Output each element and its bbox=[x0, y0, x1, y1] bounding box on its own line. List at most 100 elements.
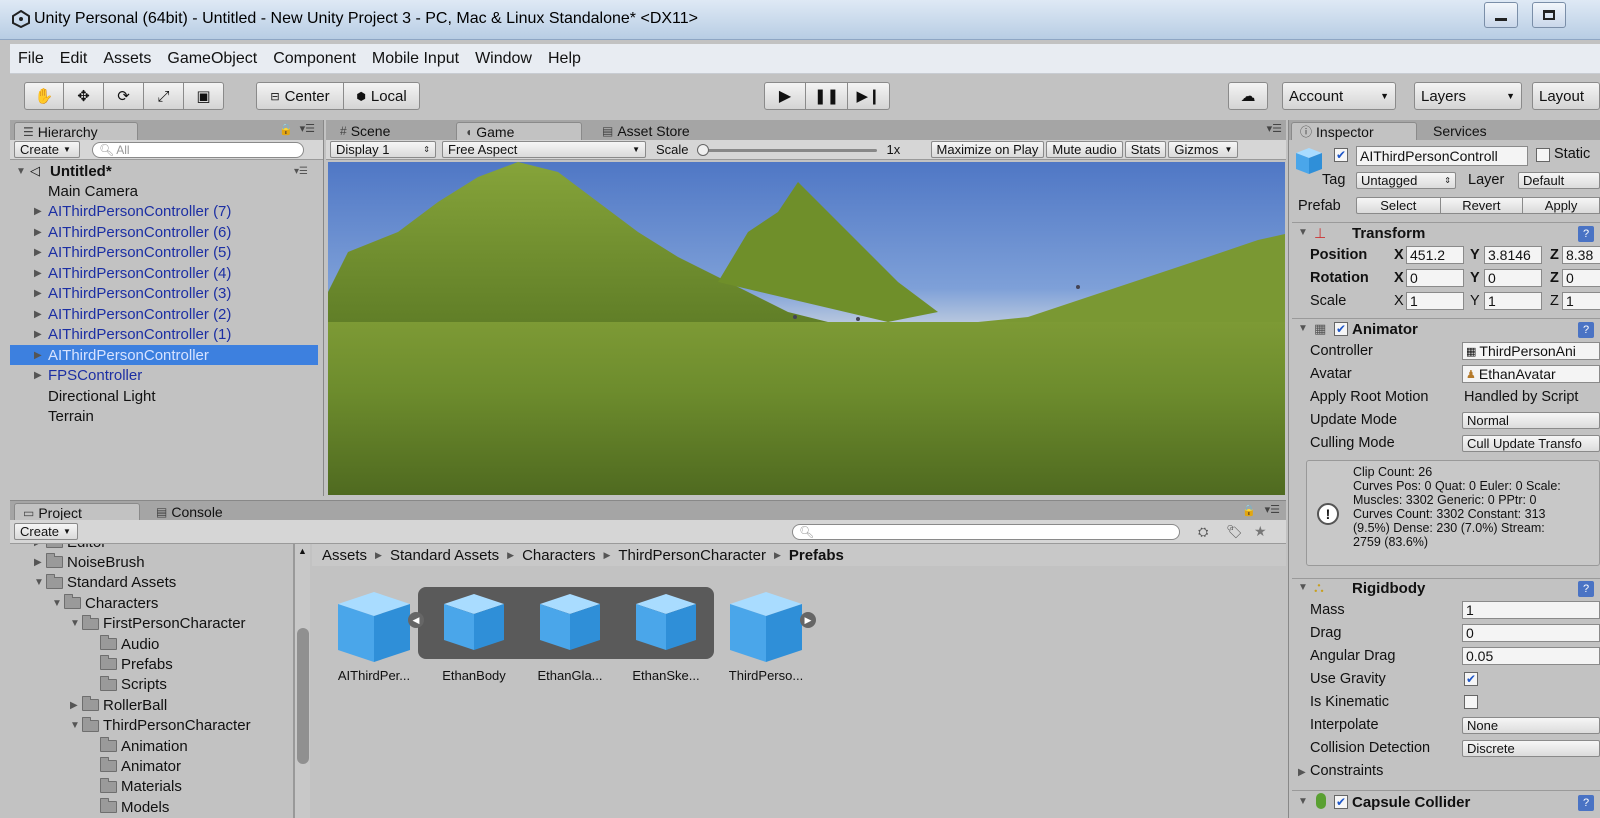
step-button[interactable]: ▶❙ bbox=[848, 82, 890, 110]
scale-slider-thumb[interactable] bbox=[696, 143, 709, 156]
foldout-down-icon[interactable]: ▼ bbox=[1298, 227, 1308, 238]
expand-right-icon[interactable]: ▶ bbox=[34, 227, 42, 238]
project-search-input[interactable]: 🔍︎ bbox=[792, 523, 1180, 540]
pause-button[interactable]: ❚❚ bbox=[806, 82, 848, 110]
scroll-up-icon[interactable]: ▲ bbox=[298, 546, 307, 556]
maximize-button[interactable] bbox=[1532, 2, 1566, 28]
foldout-down-icon[interactable]: ▼ bbox=[1298, 796, 1308, 807]
hierarchy-item[interactable]: ▶ AIThirdPersonController (6) bbox=[10, 222, 318, 242]
hierarchy-item[interactable]: ▶ AIThirdPersonController bbox=[10, 345, 318, 365]
account-dropdown[interactable]: Account ▼ bbox=[1282, 82, 1396, 110]
tree-item[interactable]: Audio bbox=[88, 634, 159, 654]
prefab-revert-button[interactable]: Revert bbox=[1440, 197, 1524, 214]
expand-right-icon[interactable]: ▶ bbox=[34, 544, 46, 548]
tree-item[interactable]: ▼ Characters bbox=[52, 593, 158, 613]
prefab-apply-button[interactable]: Apply bbox=[1523, 197, 1600, 214]
animator-header[interactable]: ▼ ▦ ✔ Animator ? bbox=[1292, 318, 1600, 340]
update-mode-select[interactable]: Normal bbox=[1462, 412, 1600, 429]
stats-toggle[interactable]: Stats bbox=[1124, 141, 1167, 158]
expand-down-icon[interactable]: ▼ bbox=[70, 720, 82, 731]
play-button[interactable]: ▶ bbox=[764, 82, 806, 110]
hand-tool-button[interactable]: ✋ bbox=[24, 82, 64, 110]
tree-item[interactable]: ▼ Standard Assets bbox=[34, 573, 176, 593]
tree-item[interactable]: ▶ RollerBall bbox=[70, 695, 167, 715]
expand-right-icon[interactable]: ▶ bbox=[34, 247, 42, 258]
menu-gameobject[interactable]: GameObject bbox=[159, 50, 265, 68]
tree-item[interactable]: Models bbox=[88, 797, 169, 817]
tab-asset-store[interactable]: ▤ Asset Store bbox=[594, 122, 744, 140]
menu-component[interactable]: Component bbox=[265, 50, 364, 68]
asset-item[interactable]: ThirdPerso... ▶ bbox=[720, 588, 816, 684]
is-kinematic-checkbox[interactable] bbox=[1464, 695, 1478, 709]
use-gravity-checkbox[interactable]: ✔ bbox=[1464, 672, 1478, 686]
foldout-down-icon[interactable]: ▼ bbox=[1298, 323, 1308, 334]
rotate-tool-button[interactable]: ⟳ bbox=[104, 82, 144, 110]
hierarchy-item[interactable]: ▶ AIThirdPersonController (2) bbox=[10, 304, 318, 324]
rotation-x-field[interactable]: 0 bbox=[1406, 269, 1464, 287]
collapse-left-icon[interactable]: ◀ bbox=[408, 612, 424, 628]
hierarchy-create-button[interactable]: Create ▼ bbox=[14, 141, 80, 158]
hierarchy-item[interactable]: ▶ AIThirdPersonController (5) bbox=[10, 243, 318, 263]
breadcrumb-item[interactable]: Standard Assets bbox=[390, 547, 499, 564]
tab-hierarchy[interactable]: ☰ Hierarchy bbox=[14, 122, 138, 140]
tab-inspector[interactable]: ⓘ Inspector bbox=[1291, 122, 1417, 140]
mute-audio-toggle[interactable]: Mute audio bbox=[1046, 141, 1123, 158]
filter-label-icon[interactable]: 🏷︎ bbox=[1226, 524, 1243, 540]
tree-item[interactable]: ▼ ThirdPersonCharacter bbox=[70, 716, 251, 736]
scale-x-field[interactable]: 1 bbox=[1406, 292, 1464, 310]
display-select[interactable]: Display 1 ⇕ bbox=[330, 141, 436, 158]
avatar-field[interactable]: ♟ EthanAvatar bbox=[1462, 365, 1600, 383]
expand-right-icon[interactable]: ▶ bbox=[34, 268, 42, 279]
tree-item[interactable]: Materials bbox=[88, 777, 182, 797]
tree-item[interactable]: ▶ Editor bbox=[34, 544, 106, 552]
menu-assets[interactable]: Assets bbox=[95, 50, 159, 68]
expand-right-icon[interactable]: ▶ bbox=[70, 700, 82, 711]
hierarchy-item[interactable]: Main Camera bbox=[10, 181, 318, 201]
active-checkbox[interactable]: ✔ bbox=[1334, 148, 1348, 162]
scale-z-field[interactable]: 1 bbox=[1562, 292, 1600, 310]
rotation-z-field[interactable]: 0 bbox=[1562, 269, 1600, 287]
expand-right-icon[interactable]: ▶ bbox=[34, 288, 42, 299]
interpolate-select[interactable]: None bbox=[1462, 717, 1600, 734]
foldout-down-icon[interactable]: ▼ bbox=[1298, 582, 1308, 593]
hierarchy-search-input[interactable]: 🔍︎ All bbox=[92, 141, 304, 158]
capsule-collider-header[interactable]: ▼ ✔ Capsule Collider ? bbox=[1292, 790, 1600, 818]
expand-right-icon[interactable]: ▶ bbox=[34, 350, 42, 361]
tab-project[interactable]: ▭ Project bbox=[14, 503, 140, 521]
layer-select[interactable]: Default bbox=[1518, 172, 1600, 189]
minimize-button[interactable] bbox=[1484, 2, 1518, 28]
hierarchy-item[interactable]: ▶ AIThirdPersonController (4) bbox=[10, 263, 318, 283]
asset-item[interactable]: AIThirdPer... ◀ bbox=[328, 588, 424, 684]
pivot-local-button[interactable]: ⬢ Local bbox=[344, 82, 420, 110]
drag-field[interactable]: 0 bbox=[1462, 624, 1600, 642]
lock-icon[interactable]: 🔒 bbox=[279, 123, 293, 136]
tab-services[interactable]: Services bbox=[1425, 122, 1525, 140]
asset-item[interactable]: EthanGla... bbox=[524, 588, 616, 684]
hierarchy-item[interactable]: ▶ AIThirdPersonController (7) bbox=[10, 202, 318, 222]
layers-dropdown[interactable]: Layers ▼ bbox=[1414, 82, 1522, 110]
tab-scene[interactable]: # Scene bbox=[332, 122, 442, 140]
menu-mobile-input[interactable]: Mobile Input bbox=[364, 50, 467, 68]
object-name-field[interactable]: AIThirdPersonControll bbox=[1356, 146, 1528, 166]
tab-game[interactable]: ◖ Game bbox=[456, 122, 582, 140]
culling-mode-select[interactable]: Cull Update Transfo bbox=[1462, 435, 1600, 452]
help-icon[interactable]: ? bbox=[1578, 322, 1594, 338]
help-icon[interactable]: ? bbox=[1578, 581, 1594, 597]
pivot-center-button[interactable]: ⊟ Center bbox=[256, 82, 344, 110]
favorite-star-icon[interactable]: ★ bbox=[1254, 523, 1267, 540]
capsule-enabled-checkbox[interactable]: ✔ bbox=[1334, 795, 1348, 809]
project-create-button[interactable]: Create ▼ bbox=[14, 523, 78, 540]
tree-item[interactable]: ▶ NoiseBrush bbox=[34, 552, 145, 572]
asset-item[interactable]: EthanSke... bbox=[620, 588, 712, 684]
prefab-select-button[interactable]: Select bbox=[1356, 197, 1441, 214]
constraints-label[interactable]: Constraints bbox=[1310, 763, 1383, 779]
panel-menu-icon[interactable]: ▾☰ bbox=[300, 122, 315, 135]
transform-header[interactable]: ▼ ⊥ Transform ? bbox=[1292, 222, 1600, 244]
animator-enabled-checkbox[interactable]: ✔ bbox=[1334, 322, 1348, 336]
help-icon[interactable]: ? bbox=[1578, 795, 1594, 811]
hierarchy-item[interactable]: ▶ AIThirdPersonController (1) bbox=[10, 325, 318, 345]
breadcrumb-item[interactable]: ThirdPersonCharacter bbox=[618, 547, 766, 564]
expand-right-icon[interactable]: ▶ bbox=[34, 557, 46, 568]
tree-item[interactable]: ▼ FirstPersonCharacter bbox=[70, 614, 246, 634]
tree-scrollbar-thumb[interactable] bbox=[297, 628, 309, 764]
